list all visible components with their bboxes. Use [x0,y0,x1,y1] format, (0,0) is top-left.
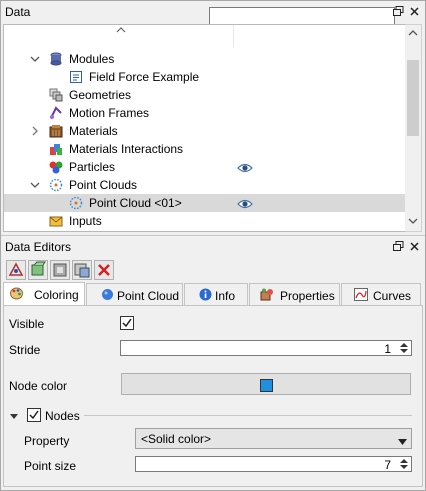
tree-item-label: Modules [69,52,115,66]
tree-item-label: Materials Interactions [69,142,184,156]
tree-item-materials-interactions[interactable]: Materials Interactions [4,140,406,158]
color-swatch [260,379,273,392]
tab-label: Curves [373,289,412,303]
group-divider [84,415,412,416]
stride-value: 1 [384,342,391,356]
geometries-icon [49,88,63,102]
tree-item-label: Geometries [69,88,132,102]
chevron-down-icon[interactable] [398,435,407,449]
chevron-down-icon[interactable] [30,54,40,64]
point-cloud-tab-icon [101,288,114,301]
tab-properties[interactable]: Properties [249,283,340,305]
document-icon [69,70,83,84]
stride-label: Stride [9,343,41,357]
editor-tool-4-icon [74,263,90,278]
tree-item-materials[interactable]: Materials [4,122,406,140]
undock-icon[interactable] [393,241,404,252]
editors-panel-header: Data Editors [1,235,425,258]
tab-coloring[interactable]: Coloring [3,282,85,306]
tab-info[interactable]: Info [184,283,248,305]
tree-item-particles[interactable]: Particles [4,158,406,176]
tree-item-label: Motion Frames [69,106,150,120]
chevron-right-icon[interactable] [30,126,40,136]
scroll-up-indicator-icon [116,25,126,37]
tree-item-geometries[interactable]: Geometries [4,86,406,104]
tab-curves[interactable]: Curves [341,283,421,305]
collapse-nodes-icon[interactable] [9,410,19,424]
data-tree[interactable]: Modules Field Force Example Geometries M… [3,24,406,232]
editor-tool-3-button[interactable] [50,260,70,280]
tree-item-label: Field Force Example [89,70,200,84]
property-label: Property [24,434,70,448]
tree-item-point-cloud-01[interactable]: Point Cloud <01> [4,194,406,212]
info-icon [199,288,212,301]
visible-label: Visible [9,317,45,331]
checkmark-icon [122,318,132,328]
tab-label: Info [215,289,236,303]
editor-tool-2-button[interactable] [28,260,48,280]
chevron-down-icon[interactable] [30,180,40,190]
tab-label: Properties [280,289,335,303]
database-icon [49,52,63,66]
motion-frames-icon [49,106,63,120]
scroll-down-icon[interactable] [408,217,418,227]
inputs-icon [49,214,63,228]
tree-item-label: Point Cloud <01> [89,196,182,210]
nodes-checkbox[interactable] [27,408,41,422]
close-icon[interactable] [409,6,420,17]
property-value: <Solid color> [141,432,212,446]
delete-button[interactable] [94,260,114,280]
tree-item-modules[interactable]: Modules [4,50,406,68]
column-divider [233,25,234,47]
scroll-up-icon[interactable] [408,29,418,39]
editor-tool-2-icon [31,261,46,276]
properties-icon [260,288,273,301]
editors-panel-title: Data Editors [5,240,72,254]
stride-spinbox[interactable]: 1 [120,340,412,356]
point-size-spinbox[interactable]: 7 [135,456,412,472]
undock-icon[interactable] [393,6,404,17]
node-color-label: Node color [9,379,68,393]
tree-item-label: Point Clouds [69,178,138,192]
tab-point-cloud[interactable]: Point Cloud [86,283,183,305]
tree-item-motion-frames[interactable]: Motion Frames [4,104,406,122]
node-color-button[interactable] [121,373,411,395]
spin-arrows-icon[interactable] [398,342,410,354]
property-select[interactable]: <Solid color> [135,428,412,449]
nodes-label: Nodes [45,409,80,423]
tree-item-inputs[interactable]: Inputs [4,212,406,230]
tab-label: Coloring [34,288,79,302]
data-panel-header: Data [1,1,425,25]
tab-label: Point Cloud [117,289,180,303]
tree-item-label: Particles [69,160,116,174]
delete-icon [98,264,110,276]
close-icon[interactable] [409,241,420,252]
eye-icon[interactable] [237,198,253,209]
editor-tool-1-icon [8,262,24,276]
eye-icon[interactable] [237,162,253,173]
spin-arrows-icon[interactable] [398,458,410,470]
data-panel-title: Data [5,5,31,19]
visible-checkbox[interactable] [120,316,134,330]
point-size-value: 7 [384,458,391,472]
editor-tool-4-button[interactable] [72,260,92,280]
palette-icon [10,287,23,300]
checkmark-icon [29,410,39,420]
curves-icon [354,288,368,301]
tree-item-label: Inputs [69,214,102,228]
point-cloud-icon [69,196,83,210]
materials-interactions-icon [49,142,63,156]
particles-icon [49,160,63,174]
data-search-input[interactable] [209,7,395,25]
editor-tool-3-icon [53,263,67,277]
tree-item-label: Materials [69,124,118,138]
scrollbar-thumb[interactable] [407,60,419,136]
point-size-label: Point size [24,459,77,473]
point-clouds-icon [49,178,63,192]
tree-item-point-clouds[interactable]: Point Clouds [4,176,406,194]
materials-icon [49,124,63,138]
editor-tool-1-button[interactable] [6,260,26,280]
tree-item-field-force-example[interactable]: Field Force Example [4,68,406,86]
tree-scrollbar[interactable] [405,24,422,232]
